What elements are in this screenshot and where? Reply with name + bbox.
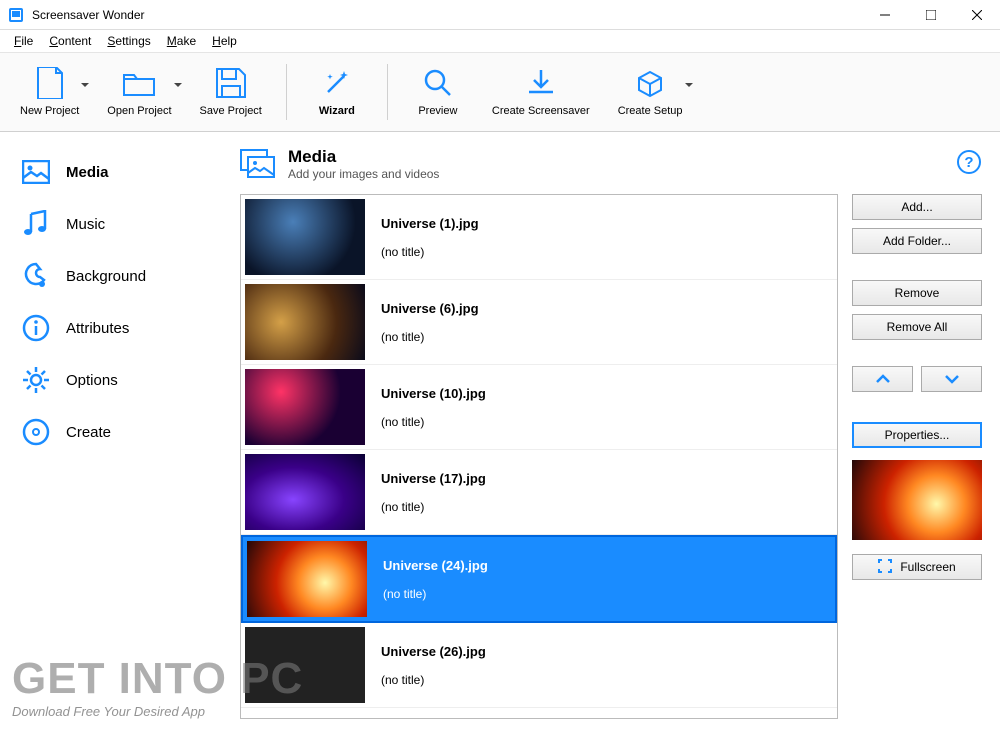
image-icon — [22, 158, 50, 186]
content-subtitle: Add your images and videos — [288, 167, 439, 181]
sidebar: Media Music Background Attributes Option… — [0, 132, 240, 733]
menu-make[interactable]: Make — [159, 32, 204, 50]
window-title: Screensaver Wonder — [32, 8, 862, 22]
list-item-selected[interactable]: Universe (24).jpg (no title) — [241, 535, 837, 623]
music-icon — [22, 210, 50, 238]
minimize-button[interactable] — [862, 0, 908, 29]
menu-settings[interactable]: Settings — [99, 32, 158, 50]
sidebar-item-label: Options — [66, 372, 118, 389]
item-title: (no title) — [381, 500, 486, 514]
help-icon[interactable]: ? — [956, 149, 982, 180]
sidebar-item-music[interactable]: Music — [8, 198, 232, 250]
item-filename: Universe (6).jpg — [381, 301, 479, 316]
sidebar-item-media[interactable]: Media — [8, 146, 232, 198]
preview-image — [852, 460, 982, 540]
sidebar-item-label: Music — [66, 216, 105, 233]
save-icon — [215, 67, 247, 99]
disc-icon — [22, 418, 50, 446]
wand-icon — [321, 67, 353, 99]
package-icon — [634, 67, 666, 99]
thumbnail — [245, 284, 365, 360]
caret-icon — [81, 83, 89, 87]
close-button[interactable] — [954, 0, 1000, 29]
sidebar-item-label: Media — [66, 164, 109, 181]
sidebar-item-create[interactable]: Create — [8, 406, 232, 458]
info-icon — [22, 314, 50, 342]
item-filename: Universe (26).jpg — [381, 644, 486, 659]
thumbnail — [245, 199, 365, 275]
list-item[interactable]: Universe (10).jpg (no title) — [241, 365, 837, 450]
item-filename: Universe (10).jpg — [381, 386, 486, 401]
item-title: (no title) — [381, 673, 486, 687]
app-icon — [8, 7, 24, 23]
list-panel: Universe (1).jpg (no title) Universe (6).… — [240, 194, 982, 719]
toolbar-separator — [286, 64, 287, 120]
sidebar-item-label: Background — [66, 268, 146, 285]
images-icon — [240, 146, 276, 182]
thumbnail — [245, 369, 365, 445]
menubar: File Content Settings Make Help — [0, 30, 1000, 52]
new-project-button[interactable]: New Project — [6, 63, 93, 121]
add-button[interactable]: Add... — [852, 194, 982, 220]
thumbnail — [245, 627, 365, 703]
sidebar-item-label: Attributes — [66, 320, 129, 337]
caret-icon — [174, 83, 182, 87]
titlebar: Screensaver Wonder — [0, 0, 1000, 30]
media-list[interactable]: Universe (1).jpg (no title) Universe (6).… — [240, 194, 838, 719]
item-title: (no title) — [381, 330, 479, 344]
item-filename: Universe (1).jpg — [381, 216, 479, 231]
create-setup-button[interactable]: Create Setup — [604, 63, 697, 121]
toolbar: New Project Open Project Save Project Wi… — [0, 52, 1000, 132]
list-item[interactable]: Universe (17).jpg (no title) — [241, 450, 837, 535]
content-header: Media Add your images and videos ? — [240, 146, 982, 182]
fullscreen-button[interactable]: Fullscreen — [852, 554, 982, 580]
folder-open-icon — [123, 67, 155, 99]
properties-button[interactable]: Properties... — [852, 422, 982, 448]
sidebar-item-options[interactable]: Options — [8, 354, 232, 406]
thumbnail — [245, 454, 365, 530]
fullscreen-icon — [878, 559, 892, 576]
item-title: (no title) — [381, 245, 479, 259]
download-icon — [525, 67, 557, 99]
sidebar-item-background[interactable]: Background — [8, 250, 232, 302]
document-icon — [34, 67, 66, 99]
thumbnail — [247, 541, 367, 617]
preview-button[interactable]: Preview — [398, 63, 478, 121]
maximize-button[interactable] — [908, 0, 954, 29]
create-screensaver-button[interactable]: Create Screensaver — [478, 63, 604, 121]
item-title: (no title) — [381, 415, 486, 429]
content-title: Media — [288, 147, 439, 167]
search-icon — [422, 67, 454, 99]
wizard-button[interactable]: Wizard — [297, 63, 377, 121]
sidebar-item-attributes[interactable]: Attributes — [8, 302, 232, 354]
content-area: Media Add your images and videos ? Unive… — [240, 132, 1000, 733]
open-project-button[interactable]: Open Project — [93, 63, 185, 121]
window-controls — [862, 0, 1000, 29]
main-area: Media Music Background Attributes Option… — [0, 132, 1000, 733]
item-filename: Universe (24).jpg — [383, 558, 488, 573]
remove-all-button[interactable]: Remove All — [852, 314, 982, 340]
svg-text:?: ? — [964, 154, 973, 171]
menu-content[interactable]: Content — [41, 32, 99, 50]
caret-icon — [685, 83, 693, 87]
save-project-button[interactable]: Save Project — [186, 63, 276, 121]
move-down-button[interactable] — [921, 366, 982, 392]
item-title: (no title) — [383, 587, 488, 601]
move-up-button[interactable] — [852, 366, 913, 392]
menu-help[interactable]: Help — [204, 32, 245, 50]
toolbar-separator — [387, 64, 388, 120]
menu-file[interactable]: File — [6, 32, 41, 50]
right-panel: Add... Add Folder... Remove Remove All P… — [852, 194, 982, 719]
item-filename: Universe (17).jpg — [381, 471, 486, 486]
remove-button[interactable]: Remove — [852, 280, 982, 306]
add-folder-button[interactable]: Add Folder... — [852, 228, 982, 254]
list-item[interactable]: Universe (26).jpg (no title) — [241, 623, 837, 708]
sidebar-item-label: Create — [66, 424, 111, 441]
gear-icon — [22, 366, 50, 394]
list-item[interactable]: Universe (6).jpg (no title) — [241, 280, 837, 365]
paint-icon — [22, 262, 50, 290]
list-item[interactable]: Universe (1).jpg (no title) — [241, 195, 837, 280]
